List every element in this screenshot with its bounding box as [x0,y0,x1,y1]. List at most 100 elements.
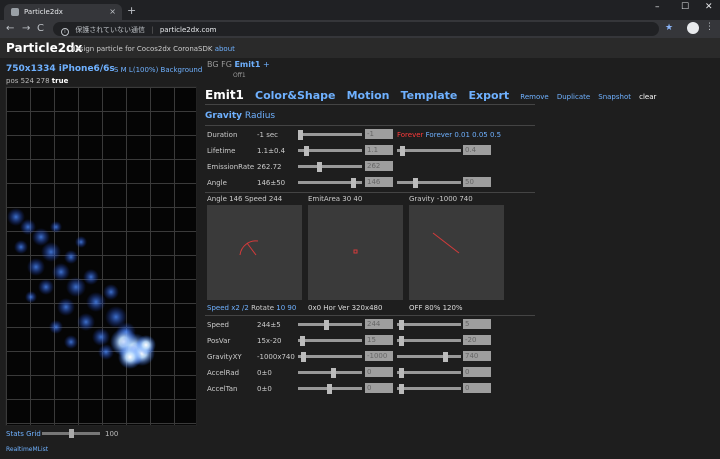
tab-radius[interactable]: Radius [245,111,275,121]
slider-knob[interactable] [301,352,306,362]
rotate-10-button[interactable]: 10 [276,304,285,312]
tab-emit[interactable]: Emit1 [205,88,244,102]
tab-motion[interactable]: Motion [347,89,390,102]
lifetime-slider[interactable] [298,146,362,156]
browser-menu-icon[interactable]: ⋮ [705,22,714,32]
reload-button[interactable]: C [37,23,44,34]
stats-grid-toggle[interactable]: Stats Grid [6,430,41,438]
angle-input[interactable]: 146 [365,177,393,187]
slider-knob[interactable] [413,178,418,188]
gravity-y-input[interactable]: 740 [463,351,491,361]
slider-knob[interactable] [351,178,356,188]
gravity-options[interactable]: OFF 80% 120% [409,304,463,312]
slider-knob[interactable] [327,384,332,394]
back-button[interactable]: ← [6,23,14,34]
browser-tab[interactable]: Particle2dx × [4,4,122,20]
slider-knob[interactable] [304,146,309,156]
bookmark-star-icon[interactable]: ★ [665,23,673,33]
slider-knob[interactable] [400,146,405,156]
rotate-90-button[interactable]: 90 [287,304,296,312]
accelrad-slider[interactable] [298,368,362,378]
angle-slider[interactable] [298,178,362,188]
posvar-y-input[interactable]: -20 [463,335,491,345]
slider-knob[interactable] [399,320,404,330]
scale-slider[interactable] [42,429,100,438]
angle-var-input[interactable]: 50 [463,177,491,187]
tab-close-icon[interactable]: × [109,7,116,16]
slider-knob[interactable] [399,336,404,346]
emitter-button[interactable]: Emit1 [234,60,260,69]
speed-input[interactable]: 244 [365,319,393,329]
close-window-button[interactable]: ✕ [705,2,713,12]
speed-half-button[interactable]: /2 [242,304,249,312]
slider-knob[interactable] [324,320,329,330]
forever-red-option[interactable]: Forever [397,131,423,139]
speed-slider[interactable] [298,320,362,330]
slider-knob[interactable] [300,336,305,346]
tab-export[interactable]: Export [468,89,509,102]
maximize-button[interactable]: ☐ [681,2,689,12]
minimize-button[interactable]: – [655,2,660,12]
tab-color-shape[interactable]: Color&Shape [255,89,336,102]
emission-slider[interactable] [298,162,362,172]
emit-area-options[interactable]: 0x0 Hor Ver 320x480 [308,304,382,312]
info-icon[interactable]: i [61,28,69,36]
acceltan-input[interactable]: 0 [365,383,393,393]
forward-button[interactable]: → [22,23,30,34]
slider-knob[interactable] [317,162,322,172]
speed-var-input[interactable]: 5 [463,319,491,329]
gravity-pad[interactable] [409,205,504,300]
clear-button[interactable]: clear [639,93,656,101]
profile-avatar[interactable] [687,22,699,34]
accelrad-var-slider[interactable] [397,368,461,378]
remove-button[interactable]: Remove [520,93,548,101]
realtime-list-link[interactable]: RealtimeMList [6,446,48,453]
tab-template[interactable]: Template [401,89,458,102]
slider-knob[interactable] [298,130,303,140]
acceltan-var-slider[interactable] [397,384,461,394]
lifetime-input[interactable]: 1.1 [365,145,393,155]
slider-knob[interactable] [443,352,448,362]
posvar-y-slider[interactable] [397,336,461,346]
gravity-y-slider[interactable] [397,352,461,362]
duration-input[interactable]: -1 [365,129,393,139]
address-bar[interactable]: i 保護されていない通信 | particle2dx.com [53,22,659,36]
off-label[interactable]: Off1 [233,72,246,79]
preset-005[interactable]: 0.05 [472,131,488,139]
gravity-x-slider[interactable] [298,352,362,362]
preset-001[interactable]: 0.01 [454,131,470,139]
speed-var-slider[interactable] [397,320,461,330]
angle-var-slider[interactable] [397,178,461,188]
bg-button[interactable]: BG [207,60,219,69]
acceltan-slider[interactable] [298,384,362,394]
angle-speed-pad[interactable] [207,205,302,300]
posvar-x-slider[interactable] [298,336,362,346]
slider-knob[interactable] [399,384,404,394]
duration-slider[interactable] [298,130,362,140]
duplicate-button[interactable]: Duplicate [557,93,590,101]
preset-05[interactable]: 0.5 [490,131,501,139]
lifetime-var-slider[interactable] [397,146,461,156]
particle-canvas[interactable] [5,86,197,426]
slider-knob[interactable] [399,368,404,378]
posvar-x-input[interactable]: 15 [365,335,393,345]
fg-button[interactable]: FG [221,60,232,69]
new-tab-button[interactable]: + [127,4,136,17]
forever-option[interactable]: Forever [426,131,452,139]
acceltan-var-input[interactable]: 0 [463,383,491,393]
emit-area-pad[interactable] [308,205,403,300]
accelrad-var-input[interactable]: 0 [463,367,491,377]
add-emitter-button[interactable]: + [263,60,270,69]
slider-knob[interactable] [331,368,336,378]
slider-knob[interactable] [69,429,74,438]
lifetime-var-input[interactable]: 0.4 [463,145,491,155]
gravity-x-input[interactable]: -1000 [365,351,393,361]
tab-gravity[interactable]: Gravity [205,111,242,121]
resolution-selector[interactable]: 750x1334 iPhone6/6s [6,64,115,74]
emission-input[interactable]: 262 [365,161,393,171]
about-link[interactable]: about [215,45,235,53]
speed-x2-button[interactable]: x2 [231,304,240,312]
accelrad-input[interactable]: 0 [365,367,393,377]
size-options[interactable]: S M L(100%) Background [114,66,202,74]
snapshot-button[interactable]: Snapshot [598,93,631,101]
